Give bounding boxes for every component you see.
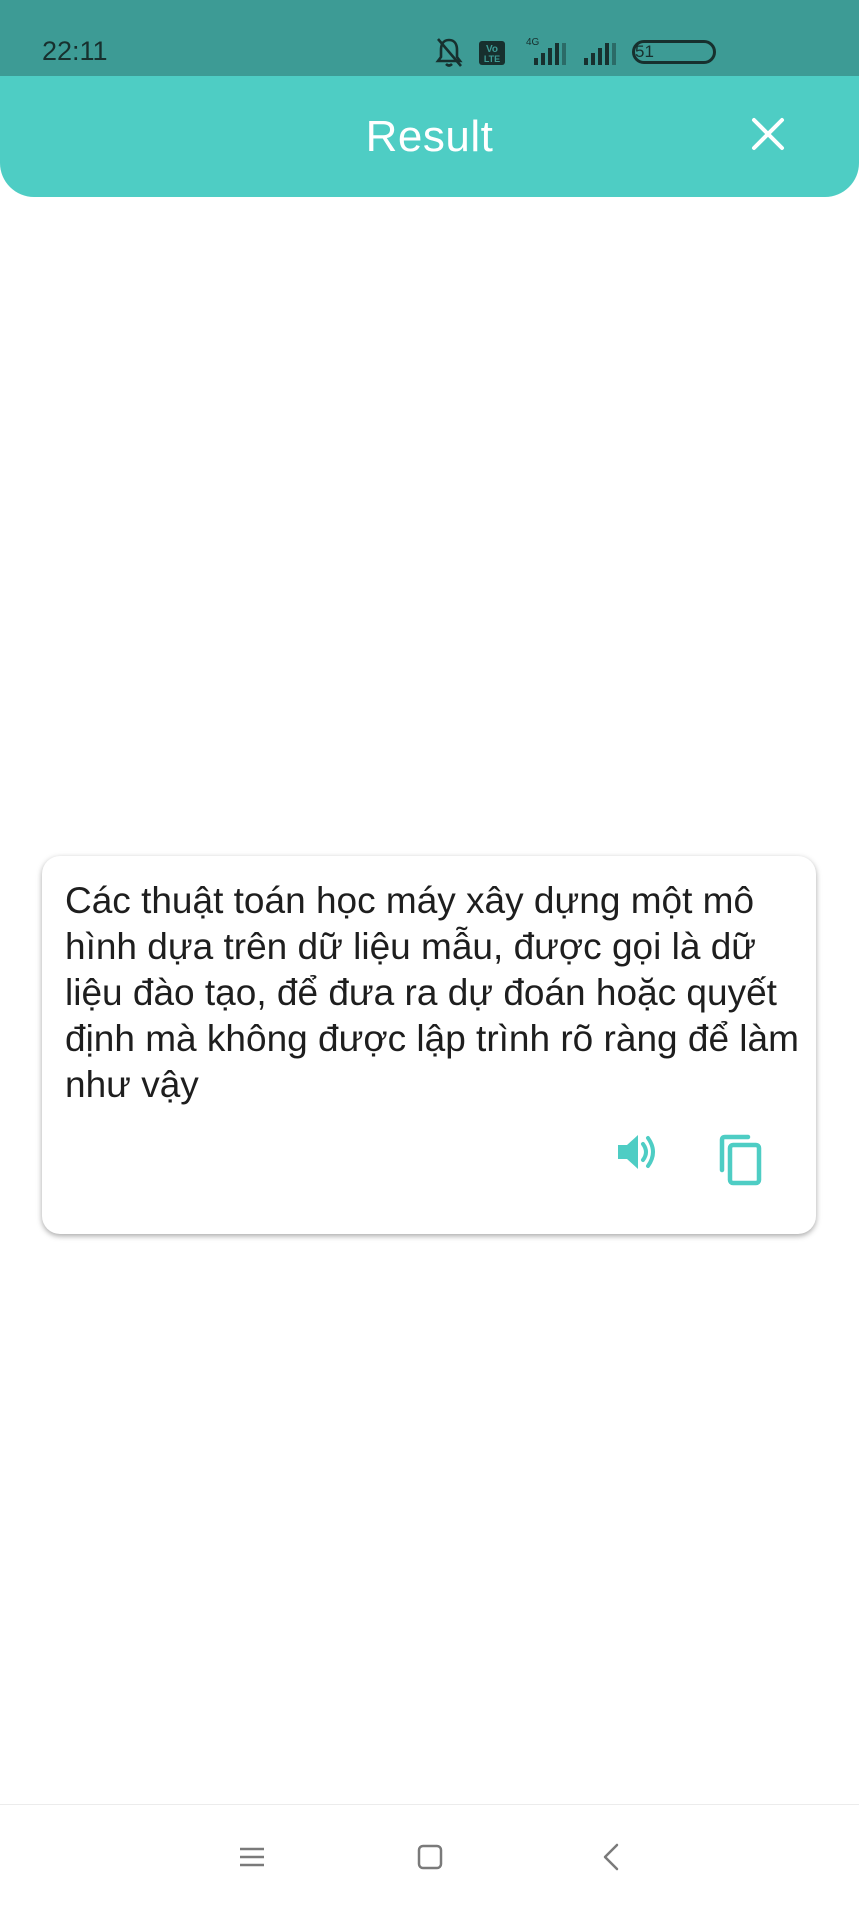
menu-button[interactable] <box>234 1839 270 1875</box>
menu-icon <box>240 1847 264 1867</box>
back-icon <box>603 1843 619 1871</box>
close-button[interactable] <box>748 114 788 154</box>
signal-icon <box>582 36 618 68</box>
header: Result <box>0 76 859 197</box>
svg-text:LTE: LTE <box>484 54 500 64</box>
speaker-icon <box>618 1135 655 1169</box>
status-icons: Vo LTE 4G 51 <box>434 36 716 68</box>
nav-bar <box>0 1804 859 1909</box>
signal-icon: 4G <box>520 36 568 68</box>
volte-icon: Vo LTE <box>478 36 506 68</box>
home-icon <box>417 1844 443 1870</box>
page-title: Result <box>365 112 494 161</box>
status-bar: 22:11 Vo LTE 4G 51 <box>0 0 859 76</box>
network-label: 4G <box>526 37 540 48</box>
speaker-button[interactable] <box>612 1126 664 1178</box>
copy-button[interactable] <box>714 1134 766 1186</box>
mute-bell-icon <box>434 36 464 68</box>
result-card: Các thuật toán học máy xây dựng một mô h… <box>42 856 816 1234</box>
battery-icon: 51 <box>632 40 716 64</box>
copy-icon <box>719 1134 762 1186</box>
back-button[interactable] <box>594 1839 630 1875</box>
home-button[interactable] <box>412 1839 448 1875</box>
close-icon <box>752 118 784 150</box>
status-time: 22:11 <box>42 36 108 66</box>
result-text: Các thuật toán học máy xây dựng một mô h… <box>65 880 799 1105</box>
